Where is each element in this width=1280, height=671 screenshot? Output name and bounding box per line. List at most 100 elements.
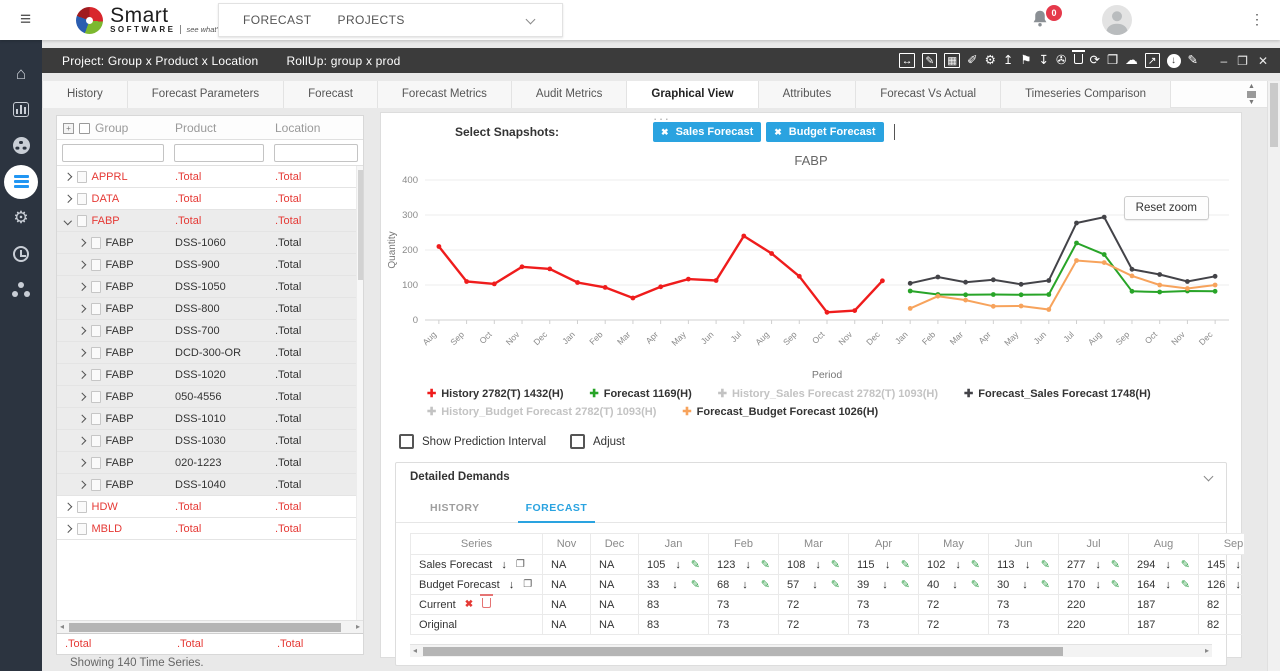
- remove-icon[interactable]: ✖: [465, 599, 473, 610]
- tab-forecast[interactable]: Forecast: [284, 81, 378, 108]
- window-scroll-thumb[interactable]: [1270, 83, 1278, 147]
- edit-pencil-icon[interactable]: ✎: [691, 558, 700, 571]
- scroll-right-icon[interactable]: ▸: [1205, 646, 1209, 655]
- demand-table-scrollbar[interactable]: ◂ ▸: [410, 644, 1212, 657]
- sidebar-item-settings[interactable]: ⚙: [0, 200, 42, 235]
- chevron-right-icon[interactable]: [64, 525, 72, 533]
- refresh-icon[interactable]: ⟳: [1090, 53, 1100, 68]
- show-prediction-interval-option[interactable]: Show Prediction Interval: [399, 434, 546, 449]
- sidebar-item-hierarchy[interactable]: [0, 272, 42, 307]
- tab-audit-metrics[interactable]: Audit Metrics: [512, 81, 627, 108]
- apply-down-icon[interactable]: ↓: [1022, 579, 1028, 591]
- tree-row[interactable]: FABPDSS-1050.Total: [57, 276, 363, 298]
- tab-forecast-metrics[interactable]: Forecast Metrics: [378, 81, 512, 108]
- legend-item[interactable]: ✚Forecast 1169(H): [590, 387, 692, 400]
- chevron-right-icon[interactable]: [78, 283, 86, 291]
- demand-value-cell[interactable]: 40↓✎: [919, 575, 989, 595]
- edit-pencil-icon[interactable]: ✎: [1041, 558, 1050, 571]
- demand-value-cell[interactable]: 102↓✎: [919, 555, 989, 575]
- tree-row[interactable]: FABPDCD-300-OR.Total: [57, 342, 363, 364]
- location-filter-input[interactable]: [274, 144, 358, 162]
- tree-row[interactable]: DATA.Total.Total: [57, 188, 363, 210]
- paint-icon[interactable]: ✐: [967, 53, 977, 68]
- scroll-left-icon[interactable]: ◂: [60, 622, 64, 631]
- tree-hscroll-thumb[interactable]: [69, 623, 341, 632]
- tag-icon[interactable]: ⚑: [1020, 53, 1031, 68]
- demand-value-cell[interactable]: 30↓✎: [989, 575, 1059, 595]
- window-restore-button[interactable]: ❐: [1237, 55, 1248, 67]
- hamburger-menu-icon[interactable]: ≡: [20, 9, 31, 31]
- chevron-right-icon[interactable]: [78, 327, 86, 335]
- legend-item[interactable]: ✚History_Sales Forecast 2782(T) 1093(H): [718, 387, 938, 400]
- tab-graphical-view[interactable]: Graphical View: [627, 81, 758, 108]
- chevron-right-icon[interactable]: [78, 305, 86, 313]
- apply-down-icon[interactable]: ↓: [745, 559, 751, 571]
- apply-down-icon[interactable]: ↓: [501, 559, 507, 571]
- tree-row[interactable]: FABPDSS-1060.Total: [57, 232, 363, 254]
- chevron-right-icon[interactable]: [78, 349, 86, 357]
- apply-down-icon[interactable]: ↓: [1095, 579, 1101, 591]
- apply-down-icon[interactable]: ↓: [742, 579, 748, 591]
- window-close-button[interactable]: ✕: [1258, 55, 1268, 67]
- cloud-upload-icon[interactable]: ☁: [1125, 53, 1138, 68]
- notifications-button[interactable]: 0: [1029, 8, 1055, 32]
- edit-pencil-icon[interactable]: ✎: [761, 558, 770, 571]
- legend-item[interactable]: ✚History 2782(T) 1432(H): [427, 387, 564, 400]
- copy-icon[interactable]: ❐: [523, 579, 532, 590]
- demand-value-cell[interactable]: 145↓✎: [1199, 555, 1245, 575]
- trash-icon[interactable]: [1074, 53, 1083, 68]
- chevron-right-icon[interactable]: [78, 459, 86, 467]
- dd-tab-forecast[interactable]: FORECAST: [518, 498, 596, 523]
- edit-pencil-icon[interactable]: ✎: [901, 578, 910, 591]
- apply-down-icon[interactable]: ↓: [1235, 559, 1241, 571]
- prediction-interval-checkbox[interactable]: [399, 434, 414, 449]
- edit-pencil-icon[interactable]: ✎: [1111, 558, 1120, 571]
- snapshot-icon[interactable]: ✇: [1056, 53, 1066, 68]
- detailed-demands-header[interactable]: Detailed Demands: [396, 463, 1226, 490]
- sidebar-item-home[interactable]: ⌂: [0, 56, 42, 91]
- scroll-up-icon[interactable]: ▲: [1248, 83, 1255, 90]
- edit-pencil-icon[interactable]: ✎: [831, 578, 840, 591]
- tree-horizontal-scrollbar[interactable]: ◂ ▸: [57, 620, 363, 633]
- edit-table-icon[interactable]: ✎: [922, 53, 937, 68]
- chevron-right-icon[interactable]: [78, 239, 86, 247]
- splitter-handle[interactable]: ···: [653, 111, 671, 126]
- tree-row[interactable]: FABP020-1223.Total: [57, 452, 363, 474]
- copy-icon[interactable]: ❐: [516, 559, 525, 570]
- sidebar-item-dashboard[interactable]: [0, 92, 42, 127]
- demand-value-cell[interactable]: 108↓✎: [779, 555, 849, 575]
- trash-icon[interactable]: [482, 598, 491, 611]
- tree-row[interactable]: FABP.Total.Total: [57, 210, 363, 232]
- scroll-left-icon[interactable]: ◂: [413, 646, 417, 655]
- scroll-right-icon[interactable]: ▸: [356, 622, 360, 631]
- demand-value-cell[interactable]: 123↓✎: [709, 555, 779, 575]
- tabs-mini-scrollbar[interactable]: ▲ ▼: [1245, 83, 1258, 106]
- demand-value-cell[interactable]: 39↓✎: [849, 575, 919, 595]
- chevron-right-icon[interactable]: [64, 173, 72, 181]
- demand-value-cell[interactable]: 105↓✎: [639, 555, 709, 575]
- edit-pencil-icon[interactable]: ✎: [1041, 578, 1050, 591]
- reset-zoom-button[interactable]: Reset zoom: [1124, 196, 1209, 220]
- nav-forecast[interactable]: FORECAST: [243, 13, 312, 27]
- legend-item[interactable]: ✚Forecast_Budget Forecast 1026(H): [682, 405, 878, 418]
- sidebar-item-history[interactable]: [0, 236, 42, 271]
- kebab-menu-icon[interactable]: ⋮: [1250, 11, 1264, 28]
- chevron-right-icon[interactable]: [78, 437, 86, 445]
- nav-projects[interactable]: PROJECTS: [338, 13, 405, 27]
- remove-chip-icon[interactable]: ✖: [661, 127, 669, 138]
- tree-row[interactable]: MBLD.Total.Total: [57, 518, 363, 540]
- dd-tab-history[interactable]: HISTORY: [422, 498, 488, 522]
- demand-value-cell[interactable]: 294↓✎: [1129, 555, 1199, 575]
- edit-icon[interactable]: ✎: [1188, 53, 1198, 68]
- remove-chip-icon[interactable]: ✖: [774, 127, 782, 138]
- tree-row[interactable]: FABPDSS-900.Total: [57, 254, 363, 276]
- tree-row[interactable]: FABPDSS-1020.Total: [57, 364, 363, 386]
- tree-row[interactable]: FABPDSS-700.Total: [57, 320, 363, 342]
- copy-icon[interactable]: ❐: [1107, 53, 1118, 68]
- apply-down-icon[interactable]: ↓: [882, 579, 888, 591]
- apply-down-icon[interactable]: ↓: [955, 559, 961, 571]
- demand-value-cell[interactable]: 68↓✎: [709, 575, 779, 595]
- demand-value-cell[interactable]: 33↓✎: [639, 575, 709, 595]
- demand-value-cell[interactable]: 170↓✎: [1059, 575, 1129, 595]
- expand-all-icon[interactable]: +: [63, 123, 74, 134]
